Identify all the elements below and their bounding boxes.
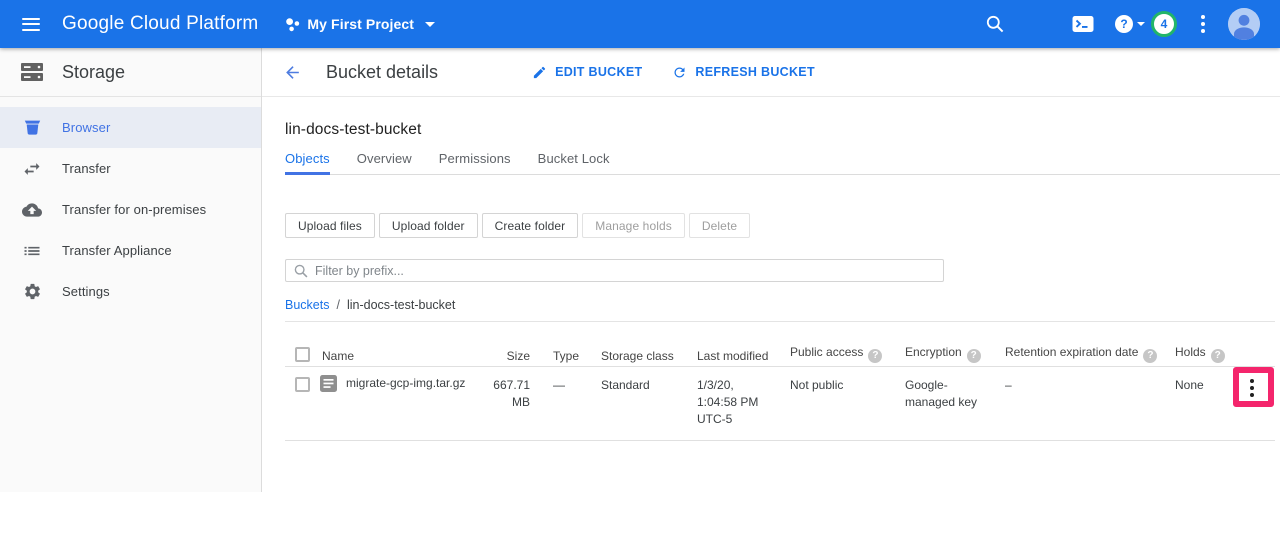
avatar[interactable]: [1228, 8, 1260, 40]
object-name-cell: migrate-gcp-img.tar.gz: [315, 367, 493, 404]
actions-toolbar: Upload files Upload folder Create folder…: [285, 213, 1280, 238]
sidebar-item-browser[interactable]: Browser: [0, 107, 261, 148]
encryption-cell: Google-managed key: [892, 367, 992, 441]
project-selector[interactable]: My First Project: [285, 16, 435, 32]
swap-arrows-icon: [22, 159, 42, 179]
holds-cell: None: [1162, 367, 1224, 441]
filter-input[interactable]: [315, 264, 943, 278]
last-modified-cell: 1/3/20, 1:04:58 PM UTC-5: [684, 367, 777, 441]
project-icon: [285, 17, 300, 32]
help-icon[interactable]: [1143, 349, 1157, 363]
create-folder-button[interactable]: Create folder: [482, 213, 579, 238]
sidebar-item-transfer[interactable]: Transfer: [0, 148, 261, 189]
column-type: Type: [540, 322, 588, 367]
tab-bar: Objects Overview Permissions Bucket Lock: [285, 151, 1280, 175]
person-icon: [1228, 8, 1260, 40]
tab-overview[interactable]: Overview: [357, 151, 412, 174]
storage-class-cell: Standard: [588, 367, 684, 441]
gear-icon: [22, 282, 42, 302]
chevron-down-icon: [1137, 22, 1145, 26]
help-icon[interactable]: [868, 349, 882, 363]
row-checkbox[interactable]: [295, 377, 310, 392]
back-arrow-icon[interactable]: [283, 63, 302, 82]
top-app-bar: Google Cloud Platform My First Project ?…: [0, 0, 1280, 48]
breadcrumb-current: lin-docs-test-bucket: [347, 298, 455, 312]
notifications-badge[interactable]: 4: [1151, 11, 1177, 37]
storage-product-icon: [20, 62, 44, 82]
column-holds: Holds: [1162, 322, 1224, 367]
breadcrumb-buckets-link[interactable]: Buckets: [285, 298, 329, 312]
retention-cell: –: [992, 367, 1162, 441]
column-public-access: Public access: [777, 322, 892, 367]
table-header-row: Name Size Type Storage class Last modifi…: [285, 322, 1275, 367]
bucket-icon: [22, 118, 42, 138]
sidebar-title: Storage: [62, 62, 125, 83]
menu-icon[interactable]: [22, 18, 40, 31]
help-icon[interactable]: [967, 349, 981, 363]
file-icon: [320, 375, 337, 392]
annotation-highlight: [1233, 367, 1274, 407]
manage-holds-button[interactable]: Manage holds: [582, 213, 685, 238]
main-panel: Bucket details EDIT BUCKET REFRESH BUCKE…: [262, 48, 1280, 492]
appliance-list-icon: [22, 241, 42, 261]
brand-title[interactable]: Google Cloud Platform: [62, 13, 258, 35]
breadcrumb: Buckets / lin-docs-test-bucket: [285, 298, 1280, 312]
sidebar-header: Storage: [0, 48, 261, 97]
delete-button[interactable]: Delete: [689, 213, 750, 238]
type-cell: —: [540, 367, 588, 441]
table-row: migrate-gcp-img.tar.gz 667.71 MB — Stand…: [285, 367, 1275, 441]
object-link[interactable]: migrate-gcp-img.tar.gz: [346, 375, 465, 392]
project-name: My First Project: [307, 16, 414, 32]
sidebar-item-settings[interactable]: Settings: [0, 271, 261, 312]
pencil-icon: [532, 65, 547, 80]
help-icon: ?: [1115, 15, 1133, 33]
upload-files-button[interactable]: Upload files: [285, 213, 375, 238]
upload-folder-button[interactable]: Upload folder: [379, 213, 478, 238]
column-storage-class: Storage class: [588, 322, 684, 367]
help-icon[interactable]: [1211, 349, 1225, 363]
column-retention: Retention expiration date: [992, 322, 1162, 367]
size-cell: 667.71 MB: [493, 367, 540, 441]
public-access-cell: Not public: [777, 367, 892, 441]
column-name: Name: [315, 322, 493, 367]
tab-bucket-lock[interactable]: Bucket Lock: [538, 151, 610, 174]
page-header: Bucket details EDIT BUCKET REFRESH BUCKE…: [262, 48, 1280, 97]
search-icon: [294, 264, 308, 278]
page-title: Bucket details: [326, 62, 438, 83]
select-all-checkbox[interactable]: [295, 347, 310, 362]
more-options-icon[interactable]: [1201, 14, 1205, 35]
search-icon[interactable]: [986, 15, 1004, 33]
tab-objects[interactable]: Objects: [285, 151, 330, 174]
refresh-icon: [672, 65, 687, 80]
chevron-down-icon: [425, 22, 435, 27]
sidebar-item-transfer-appliance[interactable]: Transfer Appliance: [0, 230, 261, 271]
column-size: Size: [493, 322, 540, 367]
filter-box: [285, 259, 944, 282]
cloud-shell-icon[interactable]: [1072, 15, 1094, 33]
cloud-upload-icon: [22, 200, 42, 220]
column-last-modified: Last modified: [684, 322, 777, 367]
column-encryption: Encryption: [892, 322, 992, 367]
tab-permissions[interactable]: Permissions: [439, 151, 511, 174]
edit-bucket-button[interactable]: EDIT BUCKET: [532, 65, 642, 80]
sidebar-item-transfer-on-premises[interactable]: Transfer for on-premises: [0, 189, 261, 230]
sidebar: Storage Browser Transfer Transfer for on…: [0, 48, 262, 492]
help-menu[interactable]: ?: [1115, 15, 1145, 33]
refresh-bucket-button[interactable]: REFRESH BUCKET: [672, 65, 814, 80]
bucket-name-title: lin-docs-test-bucket: [285, 121, 1280, 139]
objects-table: Name Size Type Storage class Last modifi…: [285, 321, 1275, 441]
